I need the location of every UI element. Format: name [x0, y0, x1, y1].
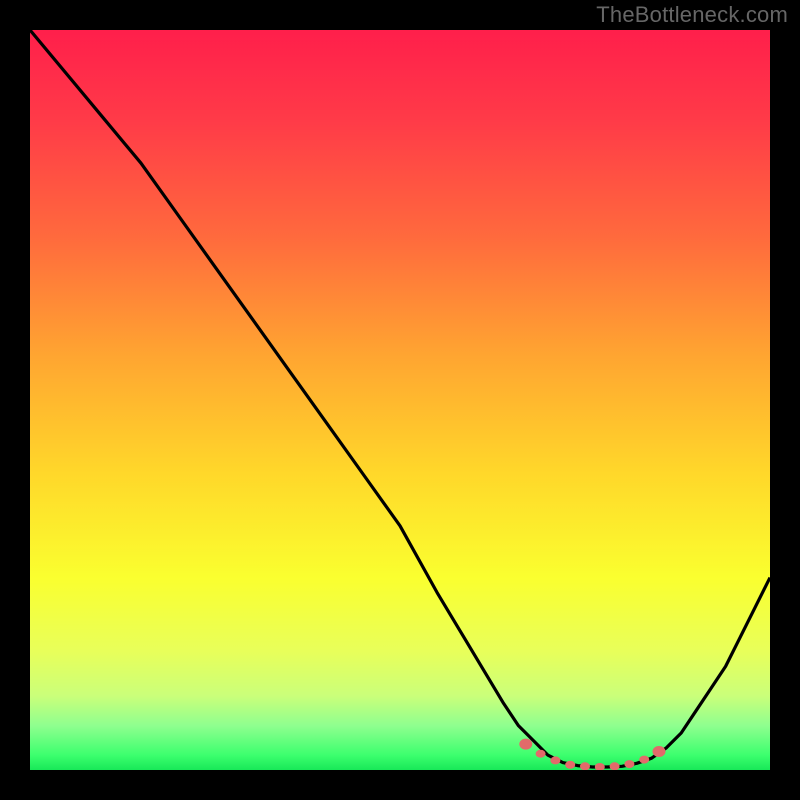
sweet-spot-marker: [519, 739, 532, 750]
sweet-spot-marker: [639, 756, 649, 764]
bottleneck-curve: [30, 30, 770, 767]
sweet-spot-marker: [624, 760, 634, 768]
sweet-spot-marker: [565, 761, 575, 769]
curve-svg: [30, 30, 770, 770]
sweet-spot-marker: [610, 762, 620, 770]
sweet-spot-marker: [580, 762, 590, 770]
sweet-spot-marker: [653, 746, 666, 757]
sweet-spot-marker: [536, 750, 546, 758]
watermark-text: TheBottleneck.com: [596, 2, 788, 28]
sweet-spot-marker: [550, 756, 560, 764]
chart-frame: TheBottleneck.com: [0, 0, 800, 800]
marker-group: [519, 739, 665, 770]
plot-area: [30, 30, 770, 770]
sweet-spot-marker: [595, 763, 605, 770]
